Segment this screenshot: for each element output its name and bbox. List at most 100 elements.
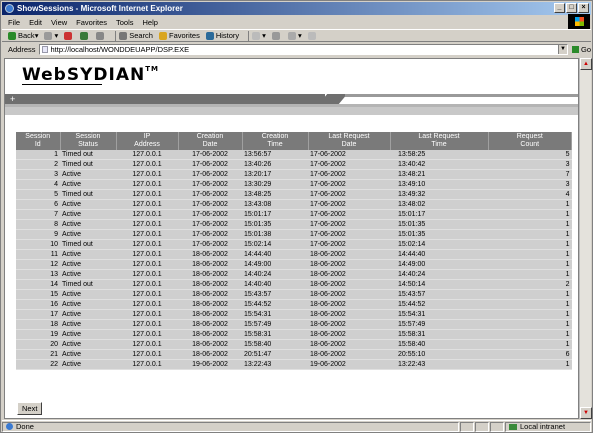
search-button[interactable]: Search [119, 31, 153, 40]
address-value: http://localhost/WONDDEUAPP/DSP.EXE [50, 45, 190, 54]
menu-file[interactable]: File [8, 18, 20, 27]
column-header-last-request-date: Last Request Date [308, 132, 391, 150]
status-bar: Done Local intranet [2, 420, 591, 432]
mail-button[interactable]: ▾ [252, 31, 266, 40]
cell-last-request-time: 14:44:40 [390, 249, 488, 260]
table-row: 19 Active 127.0.0.1 18-06-2002 15:58:31 18-06… [16, 329, 572, 340]
cell-last-request-time: 13:49:10 [390, 179, 488, 190]
cell-last-request-time: 13:49:32 [390, 189, 488, 200]
discuss-button[interactable] [307, 31, 318, 40]
cell-creation-date: 17-06-2002 [178, 219, 242, 230]
cell-request-count: 3 [488, 179, 572, 190]
stop-button[interactable] [64, 31, 74, 40]
cell-creation-date: 17-06-2002 [178, 209, 242, 220]
home-button[interactable] [96, 31, 106, 40]
cell-session-id: 13 [16, 269, 60, 280]
ie-page-icon [6, 423, 13, 430]
scroll-down-icon[interactable]: ▼ [580, 407, 592, 419]
menu-edit[interactable]: Edit [29, 18, 42, 27]
logo-underline [22, 84, 102, 85]
menu-tools[interactable]: Tools [116, 18, 134, 27]
cell-last-request-date: 17-06-2002 [308, 199, 390, 210]
cell-creation-date: 17-06-2002 [178, 189, 242, 200]
scroll-up-icon[interactable]: ▲ [580, 58, 592, 70]
close-icon[interactable]: × [578, 3, 589, 13]
cell-last-request-time: 13:48:21 [390, 169, 488, 180]
cell-request-count: 1 [488, 269, 572, 280]
back-arrow-icon [8, 31, 16, 40]
table-header-row: Session Id Session Status IP Address Creation D… [16, 132, 572, 150]
history-button[interactable]: History [205, 31, 239, 40]
table-row: 14 Timed out 127.0.0.1 18-06-2002 14:40:40 18… [16, 279, 572, 290]
security-zone: Local intranet [505, 421, 591, 432]
table-row: 11 Active 127.0.0.1 18-06-2002 14:44:40 18-06… [16, 249, 572, 260]
go-button[interactable]: Go [571, 45, 591, 54]
table-row: 18 Active 127.0.0.1 18-06-2002 15:57:49 18-06… [16, 319, 572, 330]
cell-last-request-date: 17-06-2002 [308, 239, 390, 250]
history-icon [205, 31, 214, 40]
cell-ip-address: 127.0.0.1 [116, 239, 178, 250]
column-header-line: Session [25, 133, 51, 140]
menu-view[interactable]: View [51, 18, 67, 27]
title-bar: ShowSessions - Microsoft Internet Explor… [2, 2, 591, 15]
back-button[interactable]: Back ▾ [8, 31, 38, 40]
cell-creation-time: 20:51:47 [242, 349, 308, 360]
edit-button[interactable]: ▾ [287, 31, 302, 40]
cell-creation-time: 13:48:25 [242, 189, 308, 200]
forward-arrow-icon [44, 31, 53, 40]
cell-creation-date: 17-06-2002 [178, 199, 242, 210]
print-button[interactable] [271, 31, 282, 40]
chevron-down-icon[interactable]: ▼ [557, 45, 567, 54]
next-button[interactable]: Next [17, 402, 43, 415]
cell-session-status: Active [60, 349, 116, 360]
cell-creation-date: 17-06-2002 [178, 179, 242, 190]
cell-last-request-time: 15:58:40 [390, 339, 488, 350]
cell-last-request-date: 18-06-2002 [308, 259, 390, 270]
forward-button[interactable]: ▾ [44, 31, 58, 40]
cell-request-count: 1 [488, 209, 572, 220]
minimize-icon[interactable]: _ [554, 3, 565, 13]
go-arrow-icon [571, 46, 579, 53]
column-header-line: Request [516, 133, 543, 140]
cell-ip-address: 127.0.0.1 [116, 359, 178, 370]
table-row: 12 Active 127.0.0.1 18-06-2002 14:49:00 18-06… [16, 259, 572, 270]
edit-icon [287, 31, 296, 40]
cell-last-request-date: 18-06-2002 [308, 339, 390, 350]
table-row: 2 Timed out 127.0.0.1 17-06-2002 13:40:26 17-… [16, 159, 572, 170]
column-header-line: Time [431, 141, 447, 148]
table-row: 5 Timed out 127.0.0.1 17-06-2002 13:48:25 17-… [16, 189, 572, 200]
cell-creation-date: 18-06-2002 [178, 329, 242, 340]
maximize-icon[interactable]: □ [566, 3, 577, 13]
address-input[interactable]: http://localhost/WONDDEUAPP/DSP.EXE ▼ [38, 44, 568, 55]
cell-creation-time: 13:30:29 [242, 179, 308, 190]
favorites-button[interactable]: Favorites [158, 31, 200, 40]
cell-last-request-time: 13:22:43 [390, 359, 488, 370]
menu-favorites[interactable]: Favorites [76, 18, 107, 27]
table-row: 15 Active 127.0.0.1 18-06-2002 15:43:57 18-06… [16, 289, 572, 300]
cell-request-count: 7 [488, 169, 572, 180]
cell-last-request-time: 15:44:52 [390, 299, 488, 310]
cell-request-count: 4 [488, 189, 572, 200]
cell-last-request-date: 18-06-2002 [308, 249, 390, 260]
vertical-scrollbar[interactable]: ▲ ▼ [579, 58, 592, 419]
cell-creation-time: 13:20:17 [242, 169, 308, 180]
cell-request-count: 6 [488, 349, 572, 360]
cell-ip-address: 127.0.0.1 [116, 249, 178, 260]
cell-creation-time: 15:58:31 [242, 329, 308, 340]
cell-request-count: 1 [488, 339, 572, 350]
column-header-line: Id [34, 141, 41, 148]
refresh-button[interactable] [80, 31, 90, 40]
cell-session-status: Active [60, 209, 116, 220]
cell-last-request-date: 17-06-2002 [308, 219, 390, 230]
cell-ip-address: 127.0.0.1 [116, 209, 178, 220]
cell-session-status: Active [60, 359, 116, 370]
cell-request-count: 1 [488, 219, 572, 230]
cell-creation-date: 17-06-2002 [178, 159, 242, 170]
table-row: 16 Active 127.0.0.1 18-06-2002 15:44:52 18-06… [16, 299, 572, 310]
cell-session-id: 9 [16, 229, 60, 240]
cell-session-id: 22 [16, 359, 60, 370]
expand-icon[interactable]: + [10, 94, 15, 104]
menu-help[interactable]: Help [143, 18, 158, 27]
cell-session-id: 12 [16, 259, 60, 270]
cell-request-count: 3 [488, 159, 572, 170]
